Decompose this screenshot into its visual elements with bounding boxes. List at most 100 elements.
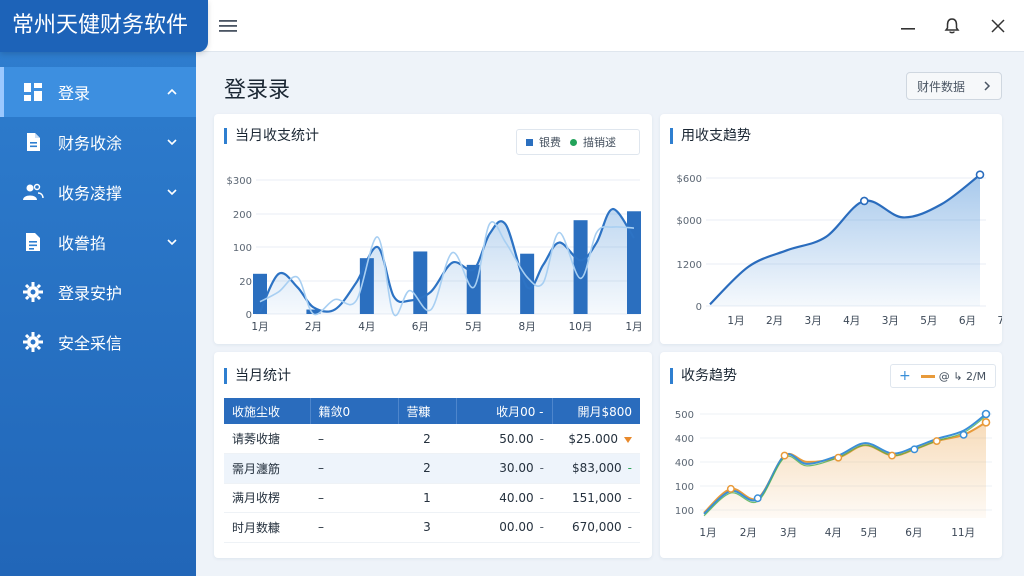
bar	[413, 251, 428, 314]
sidebar-item-login[interactable]: 登录	[0, 67, 196, 117]
x-tick-label: 4月	[358, 321, 375, 333]
page-title: 登录录	[224, 78, 291, 103]
table-cell: $25.000	[552, 424, 640, 454]
x-tick-label: 1月	[251, 321, 268, 333]
sidebar-item-safety[interactable]: 安全采信	[0, 317, 196, 367]
table-cell: 3	[398, 512, 456, 543]
table-cell: 670,000-	[552, 512, 640, 543]
y-tick-label: $300	[227, 176, 252, 187]
column-header[interactable]: 籍敛0	[310, 398, 399, 424]
data-point	[959, 430, 968, 439]
x-tick-label: 1月	[625, 321, 642, 333]
x-tick-label: 10月	[569, 321, 593, 333]
data-point	[834, 453, 843, 462]
topbar	[196, 0, 1024, 52]
orange-triangle-icon	[624, 436, 632, 443]
data-point	[975, 170, 985, 180]
y-tick-label: 100	[675, 482, 694, 493]
data-point	[910, 445, 919, 454]
cell-value: $83,000	[572, 461, 622, 476]
bar	[520, 253, 535, 314]
table-cell: 151,000-	[552, 483, 640, 513]
dash-icon: -	[539, 520, 544, 535]
table-row[interactable]: 请莠收搪 – 2 50.00- $25.000	[224, 424, 640, 454]
table-cell: 00.00-	[456, 512, 552, 543]
table-cell: –	[310, 453, 398, 484]
table-cell: 50.00-	[456, 424, 552, 454]
bar	[627, 211, 641, 314]
data-point	[981, 418, 991, 427]
x-tick-label: 3月	[805, 315, 822, 327]
sidebar-item-label: 登录	[58, 84, 91, 103]
sidebar-item-finance[interactable]: 财务收涂	[0, 117, 196, 167]
sidebar: 登录 财务收涂 收务凌撑 收誊掐 登录安护 安全采信	[0, 0, 196, 576]
dashboard-grid-icon	[22, 81, 44, 103]
chevron-down-icon	[166, 186, 178, 198]
data-point	[726, 484, 735, 493]
business-trend-panel: 收务趋势 + @ ↳ 2/M 100 100 400 400 500 1月 2月 3月 4月 5月…	[660, 352, 1002, 558]
table-cell: 2	[398, 424, 456, 454]
chevron-down-icon	[166, 136, 178, 148]
column-header[interactable]: 開月$800	[552, 398, 640, 424]
dash-icon: -	[539, 490, 544, 505]
table-cell: $83,000-	[552, 453, 640, 484]
x-tick-label: 2月	[766, 315, 783, 327]
y-tick-label: $600	[677, 174, 702, 185]
x-tick-label: 11月	[951, 527, 975, 539]
x-tick-label: 6月	[959, 315, 976, 327]
y-tick-label: $000	[677, 216, 702, 227]
column-header[interactable]: 营糠	[398, 398, 457, 424]
cell-value: $25.000	[568, 431, 618, 446]
data-point	[859, 196, 869, 206]
y-tick-label: 400	[675, 434, 694, 445]
table-row[interactable]: 满月收楞 – 1 40.00- 151,000-	[224, 483, 640, 513]
y-tick-label: 100	[233, 243, 252, 254]
export-data-button[interactable]: 财件数据	[906, 72, 1002, 100]
table-row[interactable]: 需月瀍筋 – 2 30.00- $83,000-	[224, 453, 640, 484]
file-icon	[22, 231, 44, 253]
chevron-up-icon	[166, 86, 178, 98]
hamburger-icon[interactable]	[210, 8, 246, 44]
x-tick-label: 8月	[519, 321, 536, 333]
table-cell: –	[310, 512, 398, 543]
x-tick-label: 6月	[412, 321, 429, 333]
stats-title: 当月统计	[224, 368, 291, 384]
green-dash-icon: -	[627, 461, 632, 476]
x-tick-label: 7月	[997, 315, 1002, 327]
sidebar-item-security[interactable]: 登录安护	[0, 267, 196, 317]
x-tick-label: 5月	[920, 315, 937, 327]
column-header[interactable]: 收施尘收	[224, 398, 311, 424]
cell-value: 670,000	[572, 520, 622, 535]
dash-icon: -	[627, 520, 632, 535]
area-fill	[710, 174, 980, 306]
sidebar-nav: 登录 财务收涂 收务凌撑 收誊掐 登录安护 安全采信	[0, 67, 196, 367]
x-tick-label: 2月	[305, 321, 322, 333]
minimize-icon[interactable]	[890, 8, 926, 44]
monthly-stats-panel: 当月收支统计 银费 描销逑 0 20 100 200 $300 1月 2月 4月 6月 5月 8月 1…	[214, 114, 652, 344]
bell-icon[interactable]	[934, 8, 970, 44]
sidebar-item-business[interactable]: 收务凌撑	[0, 167, 196, 217]
y-tick-label: 500	[675, 410, 694, 421]
column-header[interactable]: 收月00 -	[456, 398, 553, 424]
cell-value: 151,000	[572, 490, 622, 505]
x-tick-label: 2月	[740, 527, 757, 539]
sidebar-item-reports[interactable]: 收誊掐	[0, 217, 196, 267]
x-tick-label: 4月	[843, 315, 860, 327]
y-tick-label: 0	[246, 310, 252, 321]
cell-value: 50.00	[499, 431, 534, 446]
stats-table: 收施尘收 籍敛0 营糠 收月00 - 開月$800 请莠收搪 – 2 50.00…	[224, 398, 640, 543]
data-point	[780, 451, 789, 460]
monthly-bar-line-chart: 0 20 100 200 $300 1月 2月 4月 6月 5月 8月 10月 1月	[227, 176, 643, 333]
business-trend-chart: 100 100 400 400 500 1月 2月 3月 4月 5月 6月 11月	[675, 409, 992, 539]
table-cell: 2	[398, 453, 456, 484]
sidebar-item-label: 收务凌撑	[58, 184, 123, 203]
app-title: 常州天健财务软件	[0, 0, 208, 52]
y-tick-label: 100	[675, 506, 694, 517]
table-row[interactable]: 时月数糠 – 3 00.00- 670,000-	[224, 512, 640, 543]
y-tick-label: 1200	[677, 260, 702, 271]
close-icon[interactable]	[980, 8, 1016, 44]
cell-value: 30.00	[499, 461, 534, 476]
gear-icon	[22, 331, 44, 353]
table-cell: 30.00-	[456, 453, 552, 484]
data-point	[753, 494, 762, 503]
